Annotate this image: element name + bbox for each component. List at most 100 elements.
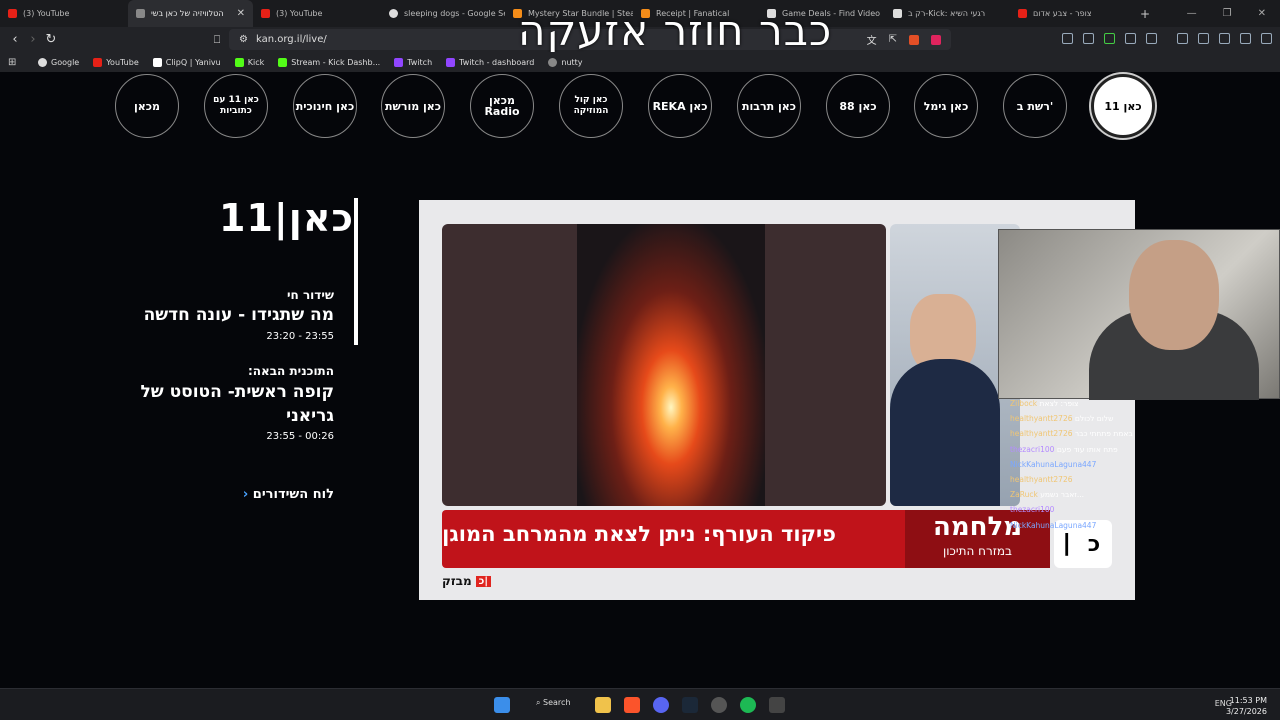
share-icon[interactable]: ⇱ [889, 34, 897, 45]
apps-grid-icon[interactable]: ⊞ [8, 57, 16, 68]
brave-rewards-icon[interactable] [931, 34, 941, 45]
forward-icon[interactable]: › [24, 32, 42, 47]
obs-icon[interactable] [711, 697, 727, 713]
bookmark-youtube[interactable]: YouTube [93, 57, 139, 67]
app-icon[interactable] [769, 697, 785, 713]
channel-kan-tarbut[interactable]: כאן תרבות [737, 74, 801, 138]
chat-message: NickKahunaLaguna447 [1010, 459, 1097, 469]
extension-icon[interactable] [1146, 33, 1157, 44]
google-icon [38, 57, 47, 67]
site-settings-icon[interactable]: ⚙ [239, 34, 248, 45]
url-text: kan.org.il/live/ [255, 34, 327, 45]
kick-icon [278, 57, 288, 67]
streamer-webcam [998, 229, 1280, 400]
chat-message: NickKahunaLaguna447 [1010, 520, 1097, 530]
extensions-bar [1062, 33, 1272, 44]
live-time: 23:20 - 23:55 [266, 331, 334, 342]
schedule-link[interactable]: לוח השידורים ‹ [243, 487, 334, 502]
channel-reshet-bet[interactable]: רשת ב' [1003, 74, 1067, 138]
menu-icon[interactable] [1261, 33, 1272, 44]
chevron-left-icon: ‹ [242, 487, 249, 502]
bookmark-twitch-dashboard[interactable]: Twitch - dashboard [446, 57, 534, 67]
chat-message: healthyantt2726 שלום לכולם [1010, 414, 1114, 424]
tab-kick-highlights[interactable]: רק ב-Kick: רגעי השיא [885, 0, 1010, 27]
video-fire-footage [442, 224, 886, 506]
tab-kan-live[interactable]: הטלוויזיה של כאן בשי ✕ [128, 0, 253, 27]
live-label: שידור חי [287, 288, 334, 302]
chat-message: healthyantt2726 באמת פתחתי כבר [1010, 429, 1133, 439]
channel-kan-reka[interactable]: REKA כאן [648, 74, 712, 138]
divider [354, 198, 358, 345]
channel-kan-music[interactable]: כאן קול המוזיקה [559, 74, 623, 138]
youtube-icon [261, 9, 270, 18]
tiktok-icon [893, 9, 902, 18]
wallet-icon[interactable] [1219, 33, 1230, 44]
tab-google[interactable]: sleeping dogs - Google Se [381, 0, 505, 27]
breaking-label: מבזק כ| [442, 574, 491, 588]
new-tab-button[interactable]: + [1132, 0, 1152, 27]
bookmark-twitch[interactable]: Twitch [394, 57, 432, 67]
sidebar-icon[interactable] [1198, 33, 1209, 44]
youtube-icon [93, 57, 103, 67]
bookmark-kick[interactable]: Kick [234, 57, 264, 67]
bookmark-clipq[interactable]: ClipQ | Yanivu [152, 57, 221, 67]
channel-kan-moreshet[interactable]: כאן מורשת [381, 74, 445, 138]
chat-message: thezacri100 פתח אותו עוד פעם [1010, 444, 1118, 454]
stream-overlay-title: כבר חוזר אזעקה [518, 6, 833, 55]
start-icon[interactable] [494, 697, 510, 713]
reload-icon[interactable]: ↻ [42, 32, 60, 47]
tab-youtube-2[interactable]: (3) YouTube [253, 0, 381, 27]
next-time: 23:55 - 00:26 [266, 431, 334, 442]
channel-kan-educational[interactable]: כאן חינוכית [293, 74, 357, 138]
kan-mark-icon: כ| [475, 575, 491, 587]
chat-message: ZaRuck זאבר נשמע... [1010, 490, 1085, 500]
channel-kan-88[interactable]: כאן 88 [826, 74, 890, 138]
channel-makan-radio[interactable]: מכאן Radio [470, 74, 534, 138]
brave-shields-icon[interactable] [909, 34, 919, 45]
steam-icon[interactable] [682, 697, 698, 713]
bookmark-nutty[interactable]: nutty [548, 57, 583, 67]
clock[interactable]: 11:53 PM 3/27/2026 [1226, 695, 1267, 717]
chat-message: thezacri100 [1010, 505, 1055, 515]
channel-kan11[interactable]: כאן 11 [1091, 74, 1155, 138]
bookmark-google[interactable]: Google [38, 57, 79, 67]
channel-makan[interactable]: מכאן [115, 74, 179, 138]
next-title: קופה ראשית- הטוסט של גריאני [140, 382, 334, 426]
channel-kan-gimel[interactable]: כאן גימל [914, 74, 978, 138]
minimize-icon[interactable]: — [1187, 8, 1197, 19]
translate-icon[interactable]: 文 [867, 32, 877, 47]
bookmarks-bar: ⊞ Google YouTube ClipQ | Yanivu Kick Str… [0, 52, 1280, 72]
search-button[interactable]: ⌕ Search [536, 698, 571, 708]
twitch-icon [446, 57, 456, 67]
brave-icon[interactable] [624, 697, 640, 713]
extension-icon[interactable] [1125, 33, 1136, 44]
extension-icon[interactable] [1083, 33, 1094, 44]
search-icon: ⌕ [536, 698, 541, 707]
discord-icon[interactable] [653, 697, 669, 713]
tab-tzofar[interactable]: צופר - צבע אדום [1010, 0, 1132, 27]
tab-youtube-1[interactable]: (3) YouTube [0, 0, 128, 27]
extension-icon[interactable] [1104, 33, 1115, 44]
extension-icon[interactable] [1062, 33, 1073, 44]
channel-kan11-subtitles[interactable]: כאן 11 עם כתוביות [204, 74, 268, 138]
bookmark-icon[interactable]: ⎕ [208, 33, 226, 47]
tzofar-icon [1018, 9, 1027, 18]
chat-overlay: Zilbock צופר: לצאת healthyantt2726 שלום … [1010, 396, 1170, 533]
music-icon[interactable] [1177, 33, 1188, 44]
youtube-icon [8, 9, 17, 18]
window-controls: — ❐ ✕ [1187, 0, 1280, 27]
maximize-icon[interactable]: ❐ [1223, 8, 1232, 19]
taskbar: ⌕ Search ENG 11:53 PM 3/27/2026 [0, 688, 1280, 720]
kan11-logo: כאן|11 [219, 196, 355, 240]
close-icon[interactable]: ✕ [237, 8, 245, 19]
url-actions: 文 ⇱ [867, 32, 941, 47]
vpn-icon[interactable] [1240, 33, 1251, 44]
back-icon[interactable]: ‹ [6, 32, 24, 47]
file-explorer-icon[interactable] [595, 697, 611, 713]
chat-message: Zilbock צופר: לצאת [1010, 399, 1079, 408]
spotify-icon[interactable] [740, 697, 756, 713]
window-close-icon[interactable]: ✕ [1258, 8, 1266, 19]
clipq-icon [152, 57, 162, 67]
bookmark-kick-dashboard[interactable]: Stream - Kick Dashb... [278, 57, 380, 67]
chat-message: healthyantt2726 [1010, 475, 1073, 485]
